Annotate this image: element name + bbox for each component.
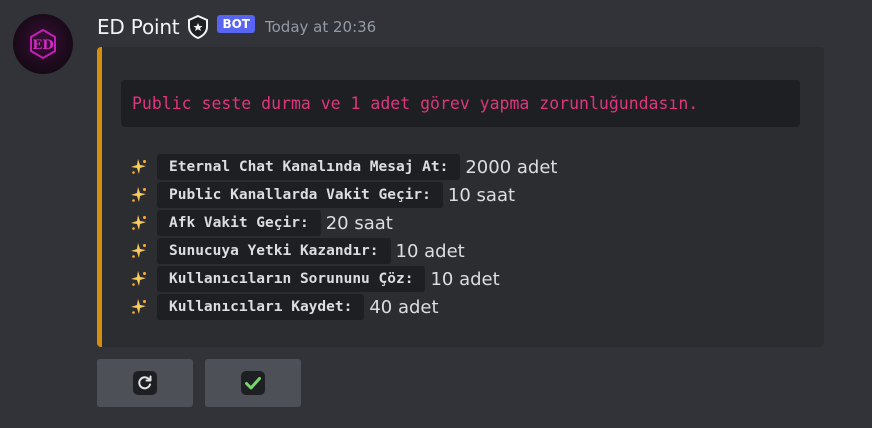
list-item: Afk Vakit Geçir: 20 saat xyxy=(129,209,557,237)
task-value: 10 adet xyxy=(430,268,500,290)
task-list: Eternal Chat Kanalında Mesaj At: 2000 ad… xyxy=(129,153,557,321)
list-item: Public Kanallarda Vakit Geçir: 10 saat xyxy=(129,181,557,209)
code-text: Public seste durma ve 1 adet görev yapma… xyxy=(132,94,699,113)
refresh-icon xyxy=(133,371,157,395)
sparkles-icon xyxy=(129,269,149,289)
sparkles-icon xyxy=(129,157,149,177)
sparkles-icon xyxy=(129,297,149,317)
bot-badge: BOT xyxy=(217,15,255,33)
embed: Public seste durma ve 1 adet görev yapma… xyxy=(97,47,824,347)
task-name: Public Kanallarda Vakit Geçir: xyxy=(157,182,443,208)
task-value: 10 saat xyxy=(447,184,516,206)
task-value: 40 adet xyxy=(369,296,439,318)
task-value: 10 adet xyxy=(395,240,465,262)
avatar[interactable]: ED xyxy=(13,14,73,74)
task-name: Kullanıcıların Sorununu Çöz: xyxy=(157,266,426,292)
task-name: Eternal Chat Kanalında Mesaj At: xyxy=(157,154,461,180)
list-item: Eternal Chat Kanalında Mesaj At: 2000 ad… xyxy=(129,153,557,181)
ed-logo-icon: ED xyxy=(30,28,56,60)
shield-icon xyxy=(187,15,209,39)
sparkles-icon xyxy=(129,241,149,261)
list-item: Kullanıcıları Kaydet: 40 adet xyxy=(129,293,557,321)
confirm-button[interactable] xyxy=(205,359,301,407)
refresh-button[interactable] xyxy=(97,359,193,407)
sparkles-icon xyxy=(129,185,149,205)
message-header: ED Point BOT Today at 20:36 xyxy=(97,12,376,42)
code-block: Public seste durma ve 1 adet görev yapma… xyxy=(121,80,800,127)
svg-text:ED: ED xyxy=(32,38,53,53)
list-item: Sunucuya Yetki Kazandır: 10 adet xyxy=(129,237,557,265)
check-icon xyxy=(241,371,265,395)
task-value: 20 saat xyxy=(325,212,393,234)
list-item: Kullanıcıların Sorununu Çöz: 10 adet xyxy=(129,265,557,293)
timestamp: Today at 20:36 xyxy=(265,18,377,36)
task-name: Sunucuya Yetki Kazandır: xyxy=(157,238,391,264)
task-name: Kullanıcıları Kaydet: xyxy=(157,294,365,320)
sparkles-icon xyxy=(129,213,149,233)
task-name: Afk Vakit Geçir: xyxy=(157,210,321,236)
task-value: 2000 adet xyxy=(465,156,558,178)
author-name[interactable]: ED Point xyxy=(97,15,180,39)
